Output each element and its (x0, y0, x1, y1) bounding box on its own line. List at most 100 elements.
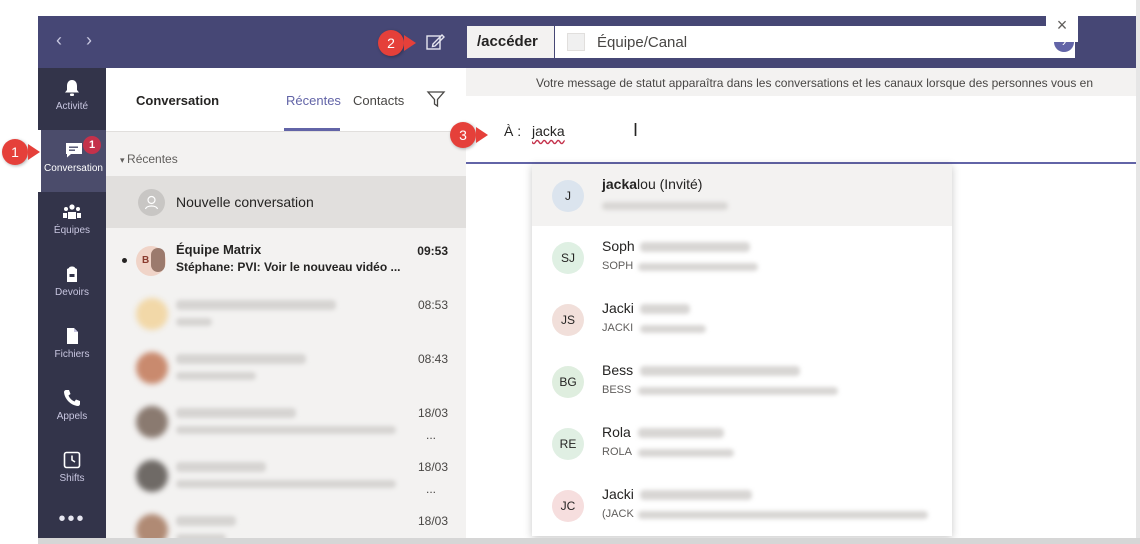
rail-item-devoirs[interactable]: Devoirs (38, 254, 106, 316)
section-header[interactable]: ▾ Récentes (120, 152, 178, 166)
rail-item-appels[interactable]: Appels (38, 378, 106, 440)
callout-marker-3: 3 (450, 122, 476, 148)
text-cursor-icon: I (633, 120, 639, 140)
initials-avatar: JC (552, 490, 584, 522)
frame-bottom-edge (38, 538, 1140, 544)
compose-icon[interactable] (423, 30, 447, 54)
suggestion-name: Jacki (602, 300, 634, 316)
bell-icon (65, 80, 79, 96)
frame-right-edge (1136, 0, 1140, 544)
suggestion-item[interactable]: SJ Soph SOPH (532, 226, 952, 288)
initials-avatar: SJ (552, 242, 584, 274)
rail-label: Appels (56, 411, 88, 422)
unread-dot (122, 258, 127, 263)
initials-avatar: RE (552, 428, 584, 460)
more-apps-icon[interactable]: ••• (38, 508, 106, 531)
forward-arrow-icon[interactable]: › (86, 30, 92, 51)
callout-marker-2: 2 (378, 30, 404, 56)
main-pane: Votre message de statut apparaîtra dans … (466, 68, 1136, 538)
search-value: Équipe/Canal (597, 34, 688, 51)
conversation-item[interactable]: 18/03 ... (106, 396, 466, 450)
file-icon (67, 328, 78, 344)
suggestion-email: JACKI (602, 322, 634, 334)
person-icon (138, 189, 165, 216)
blurred-email (640, 325, 706, 333)
rail-label: Équipes (53, 225, 91, 236)
suggestion-email: SOPH (602, 260, 634, 272)
initials-avatar: J (552, 180, 584, 212)
initials-avatar: BG (552, 366, 584, 398)
frame-left-margin (0, 0, 38, 544)
avatar (136, 298, 168, 330)
scope-checkbox[interactable] (567, 33, 585, 51)
suggestion-item[interactable]: JC Jacki (JACK (532, 474, 952, 536)
blurred-name (638, 428, 724, 438)
avatar-initial: B (142, 255, 150, 266)
blurred-preview (176, 426, 396, 434)
tab-contacts[interactable]: Contacts (353, 93, 404, 108)
top-bar: ‹ › /accéder Équipe/Canal › (38, 16, 1136, 68)
conversation-time: 18/03 (417, 460, 448, 474)
conversation-item[interactable]: 08:43 (106, 342, 466, 396)
suggestion-email: BESS (602, 384, 632, 396)
unread-badge: 1 (83, 136, 101, 154)
blurred-preview (176, 480, 396, 488)
blurred-email (638, 449, 734, 457)
suggestion-item[interactable]: RE Rola ROLA (532, 412, 952, 474)
close-icon[interactable]: × (1046, 10, 1078, 42)
conversation-time: 18/03 (417, 514, 448, 528)
blurred-name (640, 304, 690, 314)
rail-item-equipes[interactable]: Équipes (38, 192, 106, 254)
rail-label: Devoirs (55, 287, 89, 298)
suggestion-name: Bess (602, 362, 634, 378)
conversation-time: 09:53 (417, 244, 448, 258)
tab-recentes[interactable]: Récentes (286, 93, 341, 108)
recipient-row: À : jacka I (466, 96, 1136, 164)
recipient-input[interactable]: jacka (532, 123, 565, 139)
suggestion-name: jackalou (Invité) (602, 176, 703, 192)
rail-item-shifts[interactable]: Shifts (38, 440, 106, 502)
chat-icon (65, 143, 82, 158)
list-header: Conversation Récentes Contacts (106, 68, 466, 132)
app-rail: Activité 1 Conversation Équipes Devoirs … (38, 68, 106, 538)
avatar (136, 406, 168, 438)
app-frame: ‹ › /accéder Équipe/Canal › × Activité (0, 0, 1140, 544)
blurred-preview (176, 372, 256, 380)
conversation-time: 08:53 (417, 298, 448, 312)
rail-item-conversation[interactable]: 1 Conversation (38, 130, 106, 192)
conversation-item[interactable]: B Équipe Matrix Stéphane: PVI: Voir le n… (106, 234, 466, 288)
search-input[interactable]: Équipe/Canal › (555, 26, 1075, 58)
status-banner: Votre message de statut apparaîtra dans … (466, 68, 1136, 96)
callout-pointer (476, 127, 488, 143)
blurred-email (638, 511, 928, 519)
avatar (136, 352, 168, 384)
suggestion-item[interactable]: JS Jacki JACKI (532, 288, 952, 350)
callout-pointer (28, 144, 40, 160)
blurred-name (176, 462, 266, 472)
conversation-list-panel: Conversation Récentes Contacts ▾ Récente… (106, 68, 466, 544)
callout-pointer (404, 35, 416, 51)
suggestion-name: Jacki (602, 486, 634, 502)
back-arrow-icon[interactable]: ‹ (56, 30, 62, 51)
section-label: Récentes (127, 152, 178, 166)
suggestion-name: Soph (602, 238, 635, 254)
conversation-item[interactable]: 18/03 ... (106, 450, 466, 504)
backpack-icon (67, 266, 77, 282)
conversation-item[interactable]: 08:53 (106, 288, 466, 342)
rail-label: Conversation (44, 163, 103, 174)
rail-label: Activité (55, 101, 89, 112)
conversation-name: Équipe Matrix (176, 242, 262, 257)
truncation-ellipsis: ... (425, 482, 436, 496)
filter-icon[interactable] (426, 89, 446, 109)
suggestion-item[interactable]: BG Bess BESS (532, 350, 952, 412)
new-conversation-label: Nouvelle conversation (176, 194, 314, 210)
rail-item-activite[interactable]: Activité (38, 68, 106, 130)
rail-label: Fichiers (54, 349, 90, 360)
rail-item-fichiers[interactable]: Fichiers (38, 316, 106, 378)
new-conversation-item[interactable]: Nouvelle conversation (106, 176, 466, 228)
conversation-preview: Stéphane: PVI: Voir le nouveau vidéo ... (176, 260, 401, 274)
blurred-name (176, 300, 336, 310)
suggestion-item[interactable]: J jackalou (Invité) (532, 164, 952, 226)
phone-icon (64, 390, 80, 406)
blurred-name (176, 354, 306, 364)
